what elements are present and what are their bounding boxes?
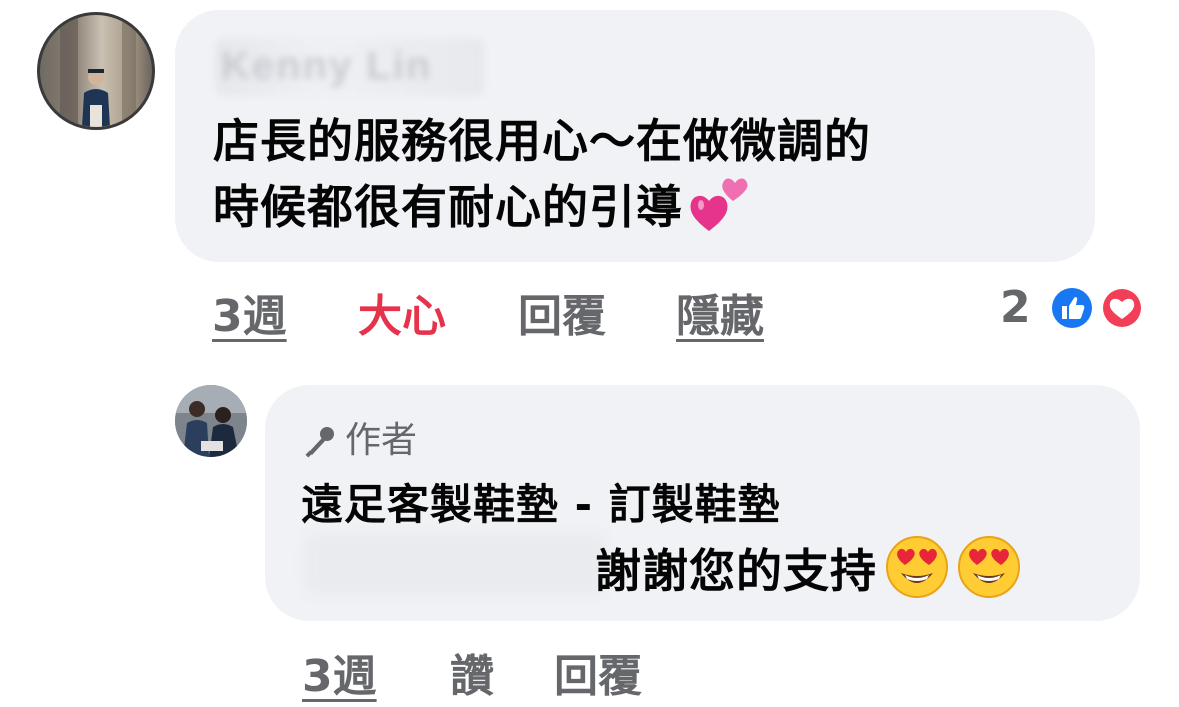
author-avatar[interactable]: [175, 385, 247, 457]
reply-button[interactable]: 回覆: [518, 280, 606, 344]
reply-bubble: 作者 遠足客製鞋墊 - 訂製鞋墊 謝謝您的支持: [265, 385, 1140, 621]
comment-text-line-2: 時候都很有耐心的引導: [213, 174, 1073, 250]
author-page-name[interactable]: 遠足客製鞋墊 - 訂製鞋墊: [301, 471, 781, 532]
like-button[interactable]: 讚: [450, 640, 494, 704]
comment-bubble: Kenny Lin 店長的服務很用心～在做微調的 時候都很有耐心的引導: [175, 10, 1095, 262]
heart-eyes-emoji: [957, 535, 1021, 610]
reply-to-reply-button[interactable]: 回覆: [554, 640, 642, 704]
hide-button[interactable]: 隱藏: [676, 280, 764, 344]
commenter-avatar[interactable]: [37, 12, 155, 130]
two-hearts-emoji: [689, 175, 751, 250]
heart-eyes-emoji: [885, 535, 949, 610]
reaction-count[interactable]: 2: [1000, 282, 1031, 333]
comment-body: 店長的服務很用心～在做微調的 時候都很有耐心的引導: [213, 108, 1073, 250]
microphone-icon: [305, 427, 334, 458]
reaction-summary[interactable]: [1046, 283, 1146, 333]
comment-text-line-2-text: 時候都很有耐心的引導: [213, 180, 683, 234]
commenter-name-blurred[interactable]: Kenny Lin: [215, 38, 485, 96]
author-badge-label: 作者: [345, 420, 418, 461]
reply-timestamp-link[interactable]: 3週: [302, 640, 377, 704]
comment-timestamp-link[interactable]: 3週: [212, 280, 287, 344]
blurred-mention: [305, 533, 605, 595]
love-reaction-button[interactable]: 大心: [358, 280, 446, 344]
reply-text: 謝謝您的支持: [595, 544, 877, 598]
comment-thread: Kenny Lin 店長的服務很用心～在做微調的 時候都很有耐心的引導 3週 大…: [0, 0, 1179, 707]
author-badge: 作者: [303, 411, 417, 461]
reply-body: 謝謝您的支持: [595, 535, 1021, 610]
comment-text-line-1: 店長的服務很用心～在做微調的: [213, 114, 871, 168]
